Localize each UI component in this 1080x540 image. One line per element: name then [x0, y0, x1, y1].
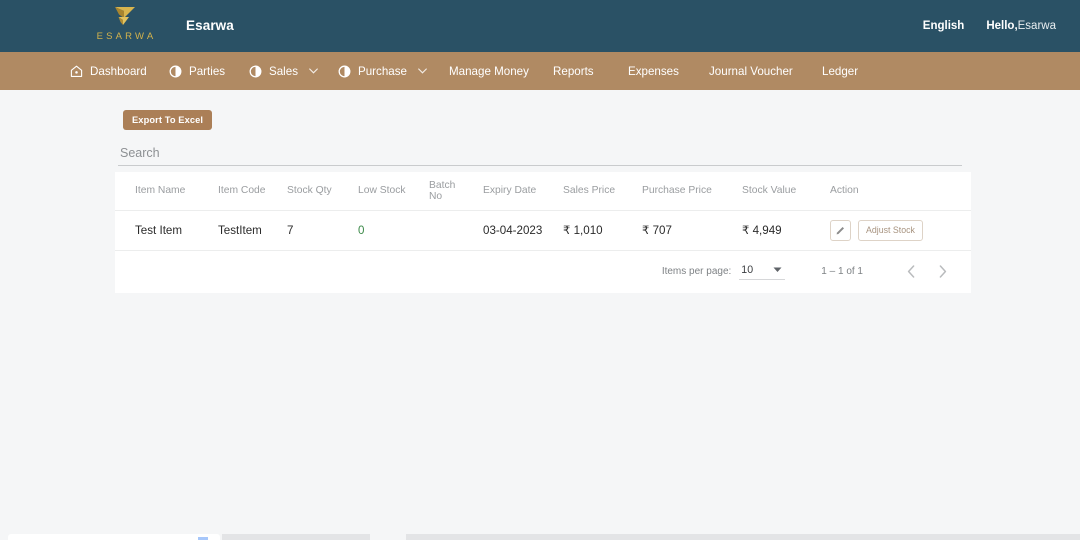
action-button-group: Adjust Stock	[830, 219, 971, 241]
cell-stock-value: ₹ 4,949	[722, 210, 810, 251]
search-field-wrapper	[118, 140, 962, 166]
download-bar-item[interactable]	[8, 534, 220, 540]
table-header-row: Item Name Item Code Stock Qty Low Stock Batc…	[115, 172, 971, 211]
items-per-page-select[interactable]: 10	[739, 263, 786, 280]
column-header-purchase-price: Purchase Price	[622, 172, 722, 211]
page-content: Export To Excel Item NameItem CodeStock …	[0, 90, 1080, 530]
nav-item-label: Reports	[553, 64, 594, 78]
chevron-left-icon	[907, 265, 915, 278]
items-per-page-label: Items per page:	[661, 266, 732, 277]
column-header-stock-value: Stock Value	[722, 172, 810, 211]
column-header-item-code: Item Code	[199, 172, 271, 211]
search-input[interactable]	[118, 140, 962, 165]
user-greeting[interactable]: Hello,Esarwa	[986, 20, 1056, 32]
greeting-username: Esarwa	[1017, 20, 1056, 32]
contrast-icon	[338, 65, 351, 77]
header-right-group: English Hello,Esarwa	[923, 0, 1056, 52]
next-page-button[interactable]	[929, 258, 957, 286]
column-header-low-stock: Low Stock	[341, 172, 411, 211]
cell-purchase-price: ₹ 707	[622, 210, 722, 251]
main-navigation-bar: Dashboard Parties Sales Purchase Manage Mone…	[0, 52, 1080, 90]
nav-item-sales[interactable]: Sales	[247, 52, 320, 90]
nav-item-label: Manage Money	[449, 64, 529, 78]
previous-page-button[interactable]	[897, 258, 925, 286]
nav-item-reports[interactable]: Reports	[551, 52, 596, 90]
column-header-batch-no: Batch No	[411, 172, 466, 211]
contrast-icon	[249, 65, 262, 77]
cell-sales-price: ₹ 1,010	[544, 210, 622, 251]
nav-item-label: Parties	[189, 64, 226, 78]
home-icon	[70, 65, 83, 77]
contrast-icon	[169, 65, 182, 77]
chevron-down-icon	[309, 68, 318, 74]
column-header-item-name: Item Name	[115, 172, 199, 211]
cell-low-stock: 0	[341, 210, 411, 251]
nav-item-ledger[interactable]: Ledger	[820, 52, 860, 90]
language-selector[interactable]: English	[923, 20, 965, 32]
nav-item-expenses[interactable]: Expenses	[626, 52, 681, 90]
nav-item-dashboard[interactable]: Dashboard	[68, 52, 149, 90]
app-title: Esarwa	[186, 18, 234, 33]
pencil-icon	[836, 226, 844, 234]
esarwa-arrow-logo	[115, 7, 135, 25]
export-to-excel-button[interactable]: Export To Excel	[123, 110, 213, 130]
cell-action: Adjust Stock	[810, 210, 971, 251]
stock-table: Item Name Item Code Stock Qty Low Stock Batc…	[115, 172, 971, 251]
nav-item-purchase[interactable]: Purchase	[336, 52, 429, 90]
edit-item-button[interactable]	[830, 219, 851, 241]
stock-table-card: Item Name Item Code Stock Qty Low Stock Batc…	[115, 172, 971, 293]
cell-item-name: Test Item	[115, 210, 199, 251]
table-paginator: Items per page: 10 1 – 1 of 1	[115, 250, 971, 293]
cell-expiry-date: 03-04-2023	[466, 210, 544, 251]
nav-item-journal-voucher[interactable]: Journal Voucher	[707, 52, 795, 90]
chrome-strip-segment	[406, 534, 1080, 540]
brand-wordmark: ESARWA	[96, 31, 157, 42]
cell-item-code: TestItem	[199, 210, 271, 251]
nav-item-label: Journal Voucher	[709, 64, 793, 78]
chevron-right-icon	[939, 265, 947, 278]
chrome-strip-segment	[222, 534, 370, 540]
pagination-range-label: 1 – 1 of 1	[821, 266, 863, 277]
nav-item-label: Expenses	[628, 64, 679, 78]
items-per-page-value: 10	[741, 263, 754, 276]
adjust-stock-button[interactable]: Adjust Stock	[858, 219, 923, 241]
column-header-expiry-date: Expiry Date	[466, 172, 544, 211]
cell-batch-no	[411, 210, 466, 251]
nav-item-parties[interactable]: Parties	[167, 52, 227, 90]
nav-item-label: Ledger	[822, 64, 859, 78]
nav-item-label: Dashboard	[90, 64, 147, 78]
greeting-prefix: Hello,	[986, 20, 1018, 32]
chevron-down-icon	[418, 68, 427, 74]
nav-item-manage-money[interactable]: Manage Money	[447, 52, 531, 90]
brand-logo[interactable]: ESARWA	[88, 5, 162, 43]
column-header-stock-qty: Stock Qty	[271, 172, 341, 211]
cell-stock-qty: 7	[271, 210, 341, 251]
column-header-action: Action	[810, 172, 971, 211]
nav-item-label: Sales	[269, 64, 299, 78]
table-header: Item Name Item Code Stock Qty Low Stock Batc…	[115, 172, 971, 211]
table-row: Test Item TestItem 7 0 03-04-2023 ₹ 1,010 ₹ 70…	[115, 210, 971, 251]
top-header-bar: ESARWA Esarwa English Hello,Esarwa	[0, 0, 1080, 52]
column-header-sales-price: Sales Price	[544, 172, 622, 211]
chevron-down-icon	[773, 267, 782, 272]
nav-item-label: Purchase	[358, 64, 407, 78]
table-body: Test Item TestItem 7 0 03-04-2023 ₹ 1,010 ₹ 70…	[115, 210, 971, 251]
